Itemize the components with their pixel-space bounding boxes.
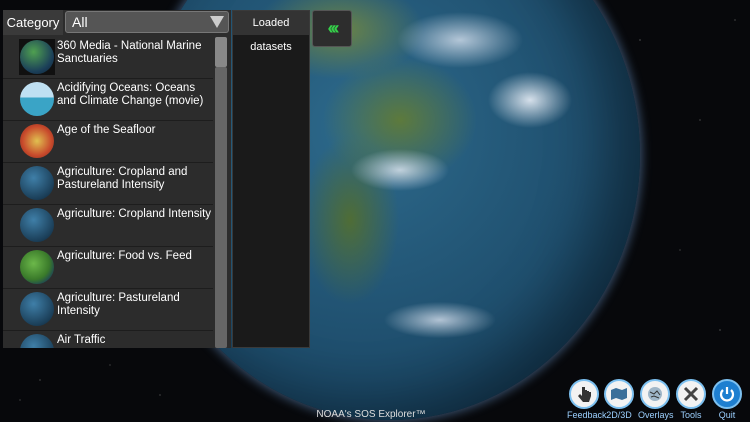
dataset-label: Agriculture: Food vs. Feed: [57, 250, 192, 262]
tools-label: Tools: [680, 410, 702, 420]
list-item[interactable]: Agriculture: Food vs. Feed: [3, 247, 213, 289]
2d-3d-label: 2D/3D: [606, 410, 632, 420]
dataset-thumbnail: [20, 82, 54, 116]
category-selected-value: All: [72, 14, 88, 30]
loaded-datasets-title: Loaded datasets: [233, 11, 309, 53]
overlays-label: Overlays: [638, 410, 674, 420]
dataset-list: 360 Media - National Marine Sanctuaries …: [3, 37, 213, 348]
overlays-button[interactable]: Overlays: [638, 379, 674, 420]
dataset-thumbnail: [20, 208, 54, 242]
feedback-button[interactable]: Feedback: [567, 379, 607, 420]
power-icon: [712, 379, 742, 409]
loaded-datasets-panel: Loaded datasets: [232, 10, 310, 348]
tools-button[interactable]: Tools: [674, 379, 708, 420]
dataset-thumbnail: [20, 124, 54, 158]
list-item[interactable]: Agriculture: Cropland Intensity: [3, 205, 213, 247]
scrollbar-thumb[interactable]: [215, 37, 227, 67]
map-fold-icon: [604, 379, 634, 409]
dataset-thumbnail: [20, 166, 54, 200]
overlays-icon: [640, 379, 670, 409]
dataset-thumbnail: [20, 334, 54, 348]
quit-button[interactable]: Quit: [710, 379, 744, 420]
list-item[interactable]: Air Traffic: [3, 331, 213, 348]
dataset-label: Air Traffic: [57, 334, 106, 346]
dataset-label: Agriculture: Cropland and Pastureland In…: [57, 166, 188, 191]
tools-icon: [676, 379, 706, 409]
feedback-label: Feedback: [567, 410, 607, 420]
dataset-label: Agriculture: Cropland Intensity: [57, 208, 212, 220]
chevrons-left-icon: ‹‹‹: [327, 18, 340, 38]
brand-text: NOAA's SOS Explorer™: [316, 409, 426, 420]
dataset-label: 360 Media - National Marine Sanctuaries: [57, 40, 202, 65]
dataset-label: Age of the Seafloor: [57, 124, 156, 136]
category-label: Category: [3, 10, 63, 35]
scrollbar-track[interactable]: [215, 67, 227, 348]
category-select[interactable]: All: [65, 11, 229, 33]
list-item[interactable]: Age of the Seafloor: [3, 121, 213, 163]
dataset-thumbnail: [20, 40, 54, 74]
dataset-label: Acidifying Oceans: Oceans and Climate Ch…: [57, 82, 204, 107]
dropdown-caret-icon: [210, 16, 224, 28]
dataset-panel: Category All 360 Media - National Marine…: [3, 10, 231, 348]
dataset-thumbnail: [20, 292, 54, 326]
quit-label: Quit: [718, 410, 736, 420]
list-item[interactable]: Acidifying Oceans: Oceans and Climate Ch…: [3, 79, 213, 121]
dataset-thumbnail: [20, 250, 54, 284]
dataset-label: Agriculture: Pastureland Intensity: [57, 292, 180, 317]
list-item[interactable]: 360 Media - National Marine Sanctuaries: [3, 37, 213, 79]
collapse-panel-button[interactable]: ‹‹‹: [312, 10, 352, 47]
list-item[interactable]: Agriculture: Pastureland Intensity: [3, 289, 213, 331]
list-scrollbar[interactable]: [213, 37, 229, 348]
2d-3d-button[interactable]: 2D/3D: [602, 379, 636, 420]
hand-pointer-icon: [569, 379, 599, 409]
list-item[interactable]: Agriculture: Cropland and Pastureland In…: [3, 163, 213, 205]
